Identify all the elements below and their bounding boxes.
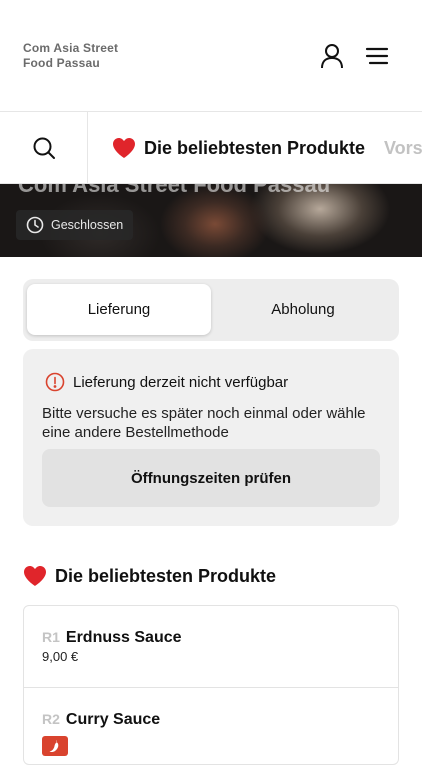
delivery-unavailable-notice: Lieferung derzeit nicht verfügbar Bitte … bbox=[23, 349, 399, 526]
delivery-option[interactable]: Lieferung bbox=[27, 284, 211, 335]
tab-next-label: Vors bbox=[384, 137, 422, 158]
search-icon bbox=[33, 137, 55, 159]
tab-next-category[interactable]: Vors bbox=[384, 112, 422, 183]
chili-icon bbox=[42, 736, 68, 756]
top-header: Com Asia Street Food Passau bbox=[0, 0, 422, 112]
product-name: Erdnuss Sauce bbox=[65, 629, 182, 646]
hero-banner: Com Asia Street Food Passau Geschlossen bbox=[0, 184, 422, 257]
clock-icon bbox=[26, 216, 44, 234]
notice-message: Bitte versuche es später noch einmal ode… bbox=[42, 405, 366, 441]
product-name-line: R1 Erdnuss Sauce bbox=[42, 629, 182, 647]
product-name-line: R2 Curry Sauce bbox=[42, 711, 160, 729]
hamburger-menu-icon bbox=[365, 47, 389, 65]
notice-header: Lieferung derzeit nicht verfügbar bbox=[45, 372, 288, 392]
opening-status-badge: Geschlossen bbox=[16, 210, 134, 240]
category-navigation: Die beliebtesten Produkte Vors bbox=[0, 112, 422, 184]
restaurant-name: Com Asia Street Food Passau bbox=[18, 184, 331, 197]
product-list: R1 Erdnuss Sauce 9,00 € R2 Curry Sauce bbox=[23, 605, 399, 765]
check-opening-hours-button[interactable]: Öffnungszeiten prüfen bbox=[42, 449, 380, 507]
product-price: 9,00 € bbox=[42, 649, 79, 664]
user-account-button[interactable] bbox=[318, 42, 346, 70]
section-title-popular: Die beliebtesten Produkte bbox=[23, 565, 276, 587]
heart-icon bbox=[112, 137, 136, 159]
main-menu-button[interactable] bbox=[363, 42, 391, 70]
heart-icon bbox=[23, 565, 47, 587]
user-icon bbox=[321, 44, 343, 69]
tab-popular-products[interactable]: Die beliebtesten Produkte bbox=[112, 112, 366, 183]
section-title-text: Die beliebtesten Produkte bbox=[55, 565, 277, 586]
product-item[interactable]: R1 Erdnuss Sauce 9,00 € bbox=[24, 606, 398, 688]
product-name: Curry Sauce bbox=[65, 711, 161, 728]
notice-title: Lieferung derzeit nicht verfügbar bbox=[73, 373, 289, 391]
product-code: R2 bbox=[42, 711, 60, 727]
pickup-option[interactable]: Abholung bbox=[211, 284, 395, 335]
product-item[interactable]: R2 Curry Sauce bbox=[24, 688, 398, 764]
category-search-button[interactable] bbox=[0, 112, 88, 183]
info-alert-icon bbox=[45, 372, 65, 392]
tab-popular-label: Die beliebtesten Produkte bbox=[144, 137, 366, 158]
product-code: R1 bbox=[42, 629, 60, 645]
status-text: Geschlossen bbox=[51, 218, 124, 232]
brand-logo-text[interactable]: Com Asia Street Food Passau bbox=[23, 41, 173, 71]
order-mode-switch: Lieferung Abholung bbox=[23, 279, 399, 341]
brand-line-2: Food Passau bbox=[23, 56, 100, 70]
brand-line-1: Com Asia Street bbox=[23, 41, 119, 55]
